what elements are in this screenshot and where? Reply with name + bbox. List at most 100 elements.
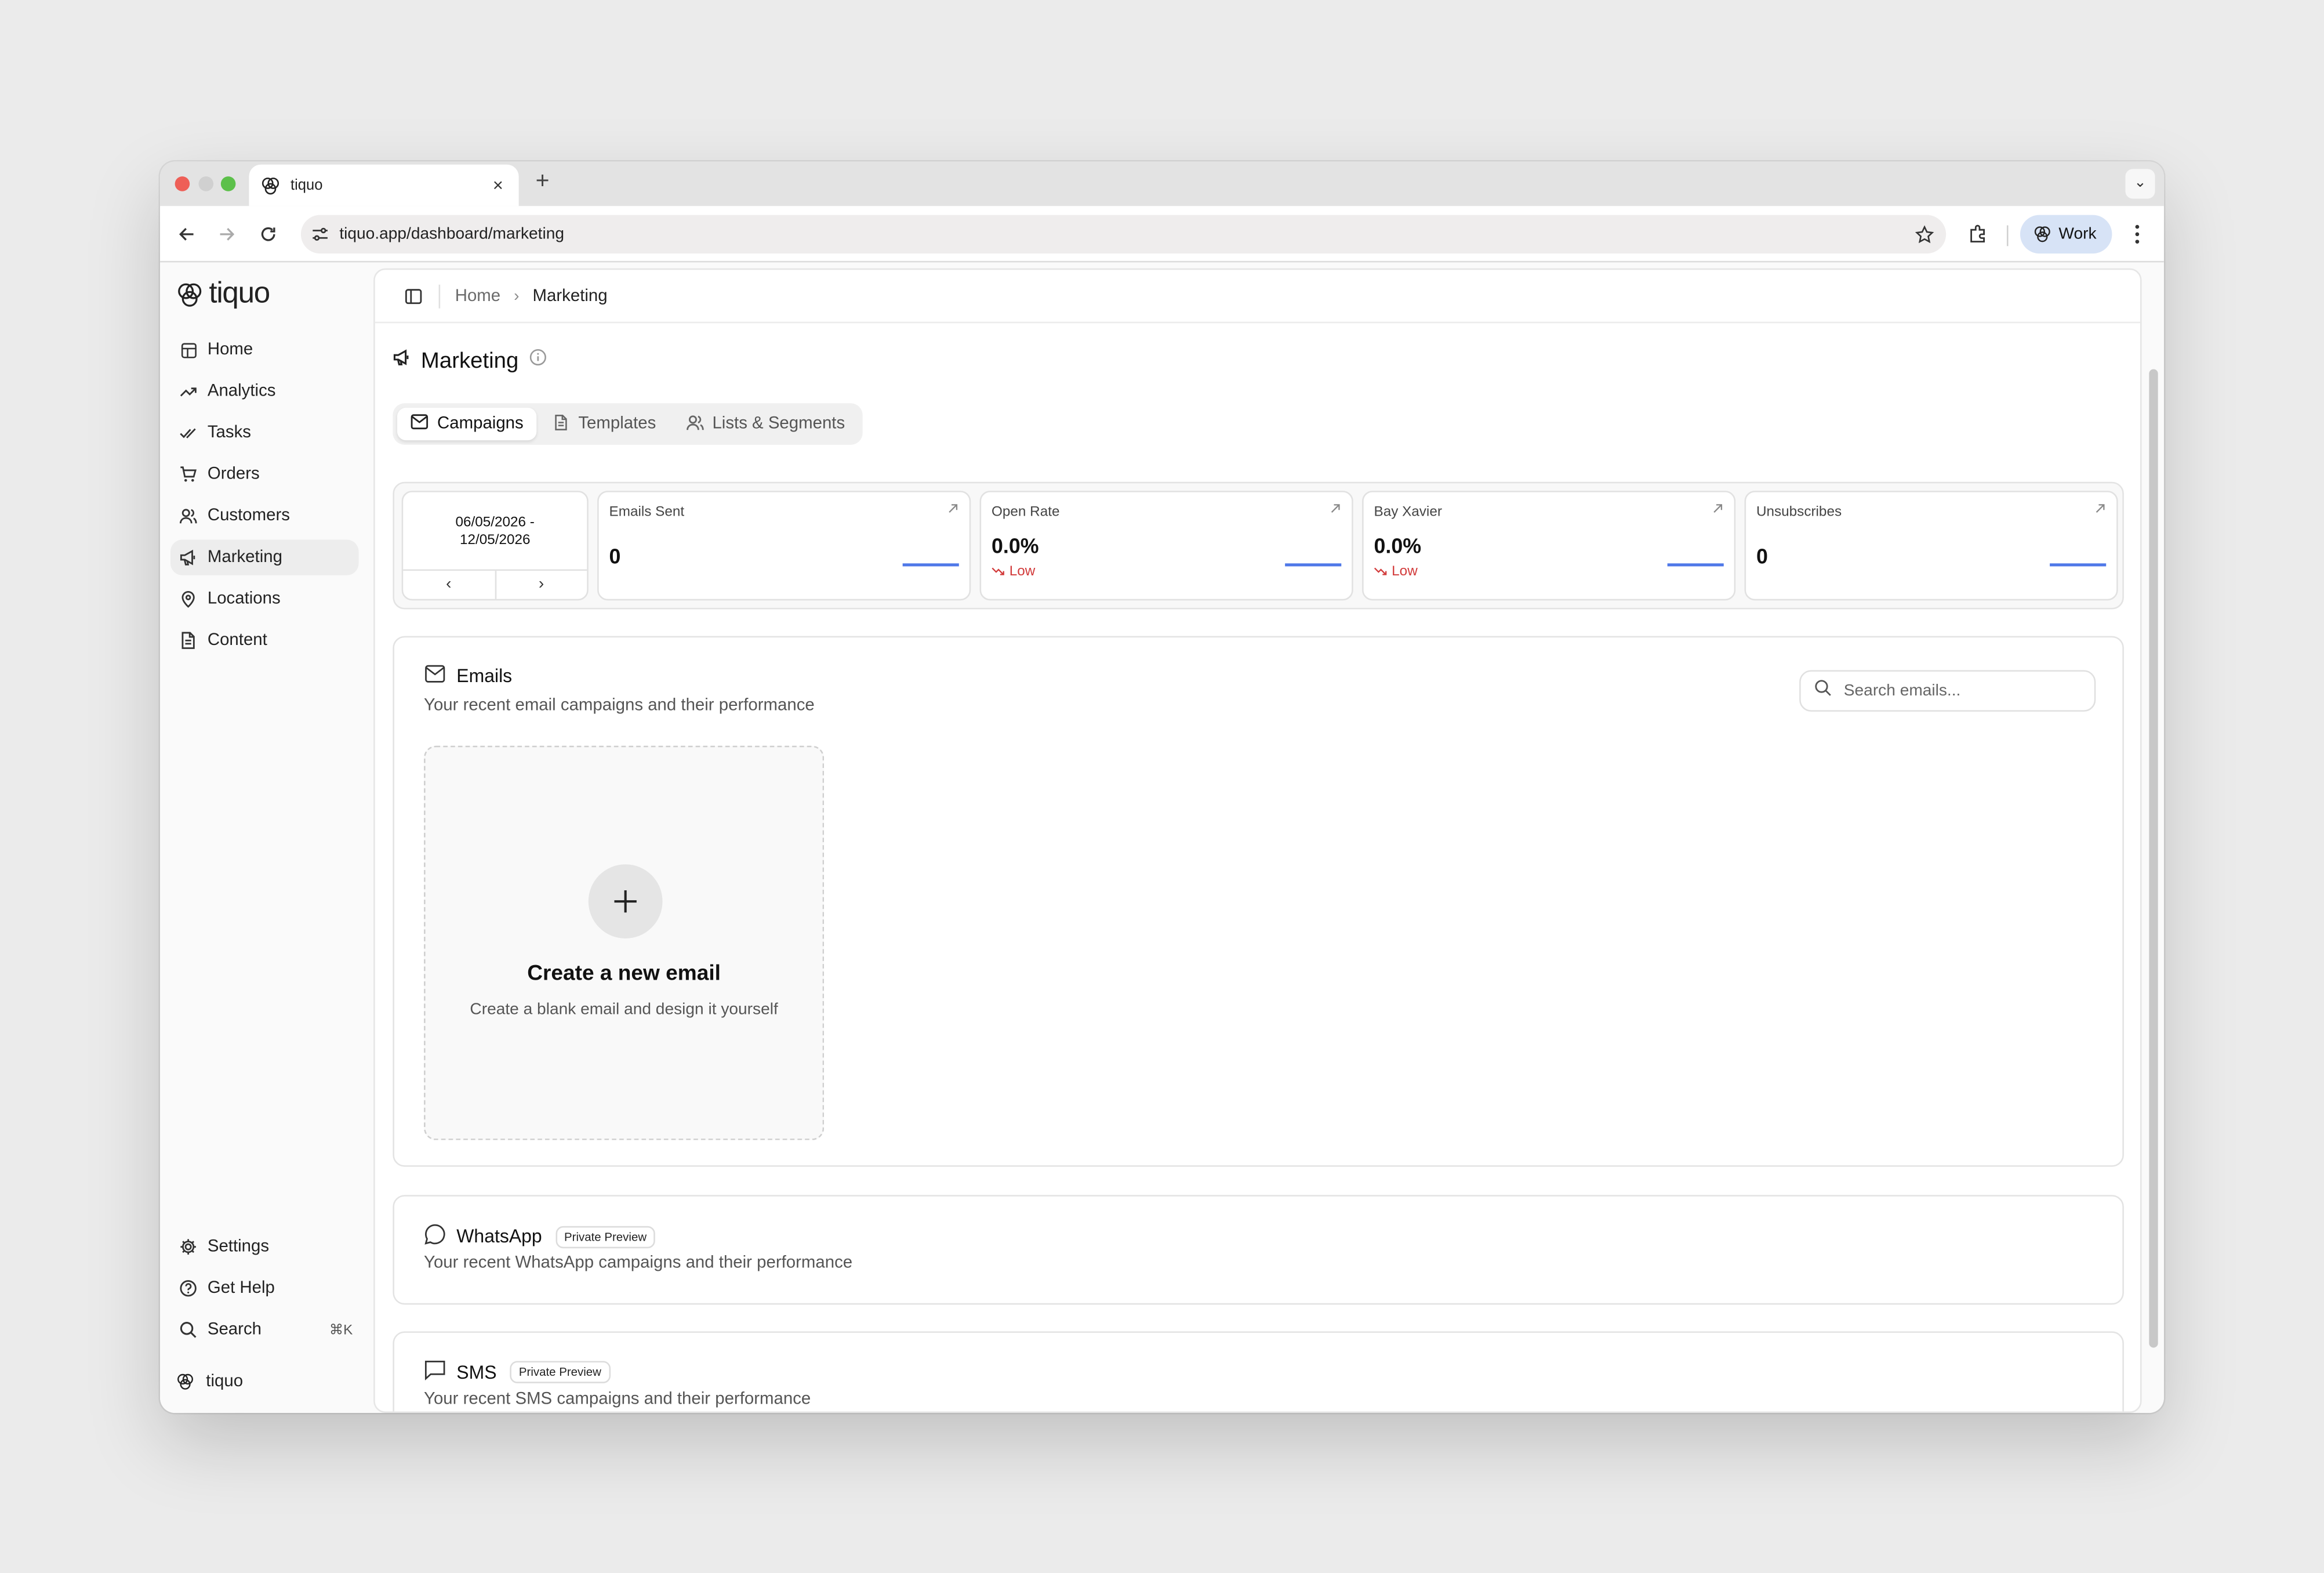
sidebar-item-get-help[interactable]: Get Help xyxy=(170,1271,359,1306)
stat-trend-label: Low xyxy=(1392,563,1418,580)
maximize-window-button[interactable] xyxy=(220,176,236,191)
file-icon xyxy=(553,413,569,435)
sidebar-toggle-icon[interactable] xyxy=(403,285,424,306)
stat-value: 0.0% xyxy=(1374,534,1422,558)
sparkline xyxy=(902,563,959,567)
search-icon xyxy=(1814,677,1832,704)
stat-card-unsubscribes[interactable]: Unsubscribes 0 xyxy=(1744,491,2118,601)
chat-bubble-icon xyxy=(424,1223,446,1250)
sidebar-item-content[interactable]: Content xyxy=(170,623,359,658)
whatsapp-card: WhatsApp Private Preview Your recent Wha… xyxy=(393,1195,2124,1305)
trend-up-icon xyxy=(179,382,197,400)
tab-templates[interactable]: Templates xyxy=(540,408,669,440)
stat-label: Unsubscribes xyxy=(1756,504,1842,521)
help-icon xyxy=(179,1280,197,1297)
email-search-box[interactable] xyxy=(1799,670,2096,712)
stats-bar: 06/05/2026 - 12/05/2026 ‹ › Emails Sent … xyxy=(393,481,2124,610)
browser-toolbar: tiquo.app/dashboard/marketing Work xyxy=(160,206,2164,263)
sidebar: tiquo Home Analytics Tasks Orders Custom… xyxy=(160,262,372,1413)
map-pin-icon xyxy=(179,590,197,608)
app-root: tiquo Home Analytics Tasks Orders Custom… xyxy=(160,262,2164,1413)
site-settings-icon[interactable] xyxy=(301,226,339,244)
sidebar-item-label: Tasks xyxy=(207,424,252,442)
section-subtitle: Your recent SMS campaigns and their perf… xyxy=(424,1390,811,1409)
date-range-picker[interactable]: 06/05/2026 - 12/05/2026 ‹ › xyxy=(401,491,589,601)
sidebar-item-customers[interactable]: Customers xyxy=(170,498,359,534)
workspace-switcher[interactable]: tiquo xyxy=(176,1373,243,1391)
sidebar-item-label: Get Help xyxy=(207,1279,275,1297)
previous-range-button[interactable]: ‹ xyxy=(403,571,496,599)
sidebar-item-label: Home xyxy=(207,340,253,359)
profile-chip[interactable]: Work xyxy=(2020,215,2112,254)
tab-campaigns[interactable]: Campaigns xyxy=(397,407,537,441)
toolbar-divider xyxy=(2006,225,2009,247)
page-header: Marketing xyxy=(393,347,546,374)
bookmark-star-icon[interactable] xyxy=(1901,224,1946,244)
brand-logo[interactable]: tiquo xyxy=(176,277,270,311)
close-window-button[interactable] xyxy=(175,176,190,191)
breadcrumb-bar: Home › Marketing xyxy=(375,270,2141,324)
forward-arrow-icon[interactable] xyxy=(213,221,240,248)
create-email-card[interactable]: Create a new email Create a blank email … xyxy=(424,745,825,1140)
breadcrumb-home-link[interactable]: Home xyxy=(455,287,500,305)
tab-label: Campaigns xyxy=(437,415,524,433)
page-scrollbar[interactable] xyxy=(2149,369,2158,1348)
stat-card-emails-sent[interactable]: Emails Sent 0 xyxy=(597,491,971,601)
browser-window: tiquo × + ⌄ tiquo.app/dashboard/marketin… xyxy=(160,161,2164,1413)
chevron-right-icon: › xyxy=(514,287,520,305)
extensions-puzzle-icon[interactable] xyxy=(1965,221,1992,248)
tab-label: Lists & Segments xyxy=(712,415,845,433)
address-bar[interactable]: tiquo.app/dashboard/marketing xyxy=(300,215,1947,254)
users-icon xyxy=(179,507,197,525)
tab-label: Templates xyxy=(578,415,656,433)
sidebar-item-label: Marketing xyxy=(207,548,282,567)
section-title: Emails xyxy=(456,665,513,687)
browser-menu-icon[interactable] xyxy=(2125,221,2149,248)
sidebar-item-settings[interactable]: Settings xyxy=(170,1229,359,1264)
reload-icon[interactable] xyxy=(255,221,282,248)
page-title: Marketing xyxy=(420,347,519,373)
search-icon xyxy=(179,1321,197,1339)
sidebar-item-orders[interactable]: Orders xyxy=(170,456,359,492)
profile-label: Work xyxy=(2058,225,2097,244)
url-text: tiquo.app/dashboard/marketing xyxy=(339,225,565,244)
browser-tab-strip: tiquo × + ⌄ xyxy=(160,161,2164,206)
info-icon[interactable] xyxy=(529,347,547,374)
sidebar-item-label: Content xyxy=(207,631,267,650)
browser-tab[interactable]: tiquo × xyxy=(249,164,519,206)
sidebar-item-label: Analytics xyxy=(207,382,276,401)
sidebar-item-analytics[interactable]: Analytics xyxy=(170,374,359,409)
tab-lists-segments[interactable]: Lists & Segments xyxy=(672,408,858,440)
tab-search-chevron-icon[interactable]: ⌄ xyxy=(2125,169,2155,199)
plus-icon[interactable] xyxy=(588,864,663,939)
date-range-end: 12/05/2026 xyxy=(459,532,531,549)
sidebar-item-tasks[interactable]: Tasks xyxy=(170,415,359,451)
close-tab-icon[interactable]: × xyxy=(489,176,507,194)
sms-card: SMS Private Preview Your recent SMS camp… xyxy=(393,1331,2124,1412)
sidebar-item-label: Search xyxy=(207,1321,262,1339)
back-arrow-icon[interactable] xyxy=(173,221,200,248)
tiquo-logo-icon xyxy=(178,282,202,306)
section-title: SMS xyxy=(456,1361,497,1383)
mail-icon xyxy=(424,664,446,688)
stat-card-bay-xavier[interactable]: Bay Xavier 0.0% Low xyxy=(1362,491,1736,601)
new-tab-icon[interactable]: + xyxy=(531,170,554,194)
email-search-input[interactable] xyxy=(1843,682,2081,700)
sidebar-item-home[interactable]: Home xyxy=(170,332,359,368)
section-title: WhatsApp xyxy=(456,1226,542,1247)
stat-label: Emails Sent xyxy=(609,504,685,521)
stat-card-open-rate[interactable]: Open Rate 0.0% Low xyxy=(979,491,1353,601)
minimize-window-button[interactable] xyxy=(198,176,214,191)
sidebar-item-marketing[interactable]: Marketing xyxy=(170,539,359,575)
next-range-button[interactable]: › xyxy=(496,571,587,599)
date-range-nav: ‹ › xyxy=(403,569,587,599)
sidebar-item-search[interactable]: Search ⌘K xyxy=(170,1312,359,1347)
sidebar-item-locations[interactable]: Locations xyxy=(170,581,359,617)
whatsapp-card-title: WhatsApp Private Preview xyxy=(424,1223,656,1250)
sparkline xyxy=(1667,563,1724,567)
sparkline xyxy=(1285,563,1342,567)
create-email-title: Create a new email xyxy=(527,962,721,986)
megaphone-icon xyxy=(393,347,411,374)
brand-name: tiquo xyxy=(209,277,270,310)
sidebar-item-label: Settings xyxy=(207,1238,270,1256)
